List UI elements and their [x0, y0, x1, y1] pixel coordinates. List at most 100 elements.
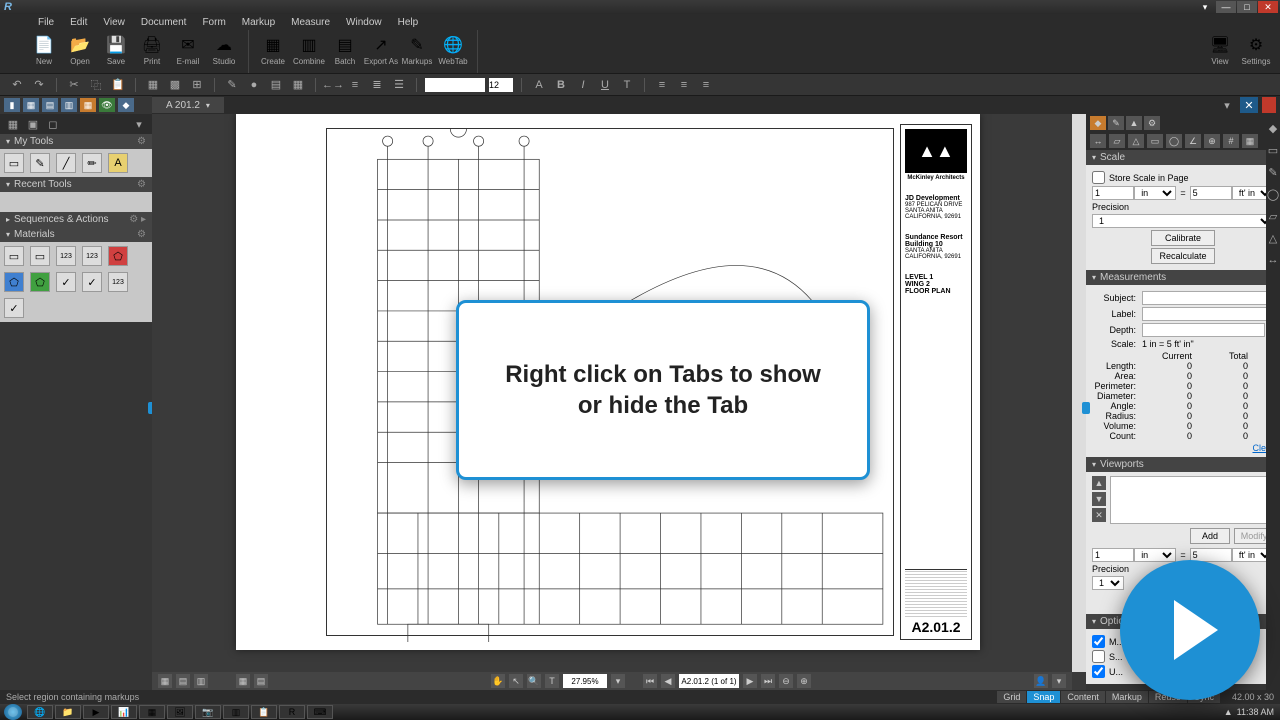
toolbar-e-mail-button[interactable]: ✉E-mail: [170, 30, 206, 70]
vp-precision-select[interactable]: 1: [1092, 576, 1124, 590]
rp-tab-4[interactable]: ⚙: [1144, 116, 1160, 130]
viewports-section-header[interactable]: Viewports: [1086, 457, 1280, 472]
viewport-list[interactable]: [1110, 476, 1274, 524]
view-mode-icon[interactable]: ▥: [194, 674, 208, 688]
fill-icon[interactable]: ●: [245, 77, 263, 93]
toolbar-export as-button[interactable]: ↗Export As: [363, 30, 399, 70]
measure-tool-icon[interactable]: ▭: [1147, 134, 1163, 148]
toolbar-create-button[interactable]: ▦Create: [255, 30, 291, 70]
gear-icon[interactable]: ⚙: [137, 179, 146, 190]
panel-btn-4[interactable]: ▥: [61, 98, 77, 112]
panel-tool-2[interactable]: ▣: [24, 116, 42, 132]
right-splitter[interactable]: [1082, 402, 1090, 414]
zoom-dropdown-icon[interactable]: ▾: [611, 674, 625, 688]
font-family-input[interactable]: [425, 78, 485, 92]
toolbar-markups-button[interactable]: ✎Markups: [399, 30, 435, 70]
zoom-tool-icon[interactable]: 🔍: [527, 674, 541, 688]
layout-icon[interactable]: ▤: [254, 674, 268, 688]
viewport-up-icon[interactable]: ▲: [1092, 476, 1106, 490]
grid-icon[interactable]: ▦: [289, 77, 307, 93]
list-icon[interactable]: ≡: [346, 77, 364, 93]
layout-icon[interactable]: ▦: [236, 674, 250, 688]
tool-b[interactable]: ▩: [166, 77, 184, 93]
status-toggle-content[interactable]: Content: [1061, 691, 1105, 703]
panel-sequences[interactable]: Sequences & Actions ⚙ ▸: [0, 212, 152, 227]
strip-icon[interactable]: ▭: [1264, 142, 1280, 158]
menu-file[interactable]: File: [30, 17, 62, 28]
view-mode-icon[interactable]: ▤: [176, 674, 190, 688]
precision-select[interactable]: 1: [1092, 214, 1274, 228]
align-right-icon[interactable]: ≡: [697, 77, 715, 93]
align-left-icon[interactable]: ≡: [653, 77, 671, 93]
tool-item[interactable]: ▭: [4, 246, 24, 266]
measure-tool-icon[interactable]: ⊕: [1204, 134, 1220, 148]
tool-item[interactable]: ⬠: [4, 272, 24, 292]
rp-tab-1[interactable]: ◆: [1090, 116, 1106, 130]
panel-btn-1[interactable]: ▮: [4, 98, 20, 112]
viewport-delete-icon[interactable]: ✕: [1092, 508, 1106, 522]
page-input[interactable]: [679, 674, 739, 688]
rp-tab-3[interactable]: ▲: [1126, 116, 1142, 130]
option-check[interactable]: [1092, 665, 1105, 678]
menu-measure[interactable]: Measure: [283, 17, 338, 28]
menu-edit[interactable]: Edit: [62, 17, 95, 28]
hand-tool-icon[interactable]: ✋: [491, 674, 505, 688]
bold-button[interactable]: B: [552, 77, 570, 93]
toolbar-print-button[interactable]: 🖨Print: [134, 30, 170, 70]
next-view-icon[interactable]: ⊕: [797, 674, 811, 688]
play-button[interactable]: [1120, 560, 1260, 700]
tool-item[interactable]: 123: [82, 246, 102, 266]
last-page-icon[interactable]: ⏭: [761, 674, 775, 688]
tool-item[interactable]: ▭: [4, 153, 24, 173]
hatch-icon[interactable]: ▤: [267, 77, 285, 93]
underline-button[interactable]: U: [596, 77, 614, 93]
user-icon[interactable]: 👤: [1034, 674, 1048, 688]
taskbar-item[interactable]: ▶: [83, 705, 109, 719]
tray-icon[interactable]: ▲: [1224, 707, 1233, 717]
toolbar-open-button[interactable]: 📂Open: [62, 30, 98, 70]
tool-a[interactable]: ▦: [144, 77, 162, 93]
tool-item[interactable]: ▭: [30, 246, 50, 266]
toolbar-save-button[interactable]: 💾Save: [98, 30, 134, 70]
measure-tool-icon[interactable]: ▦: [1242, 134, 1258, 148]
zoom-input[interactable]: [563, 674, 607, 688]
menu-form[interactable]: Form: [194, 17, 233, 28]
gear-icon[interactable]: ⚙: [137, 136, 146, 147]
align-center-icon[interactable]: ≡: [675, 77, 693, 93]
tab-close-icon[interactable]: ✕: [1240, 97, 1258, 113]
strip-icon[interactable]: ◆: [1264, 120, 1280, 136]
tool-item[interactable]: ✏: [82, 153, 102, 173]
dropdown-icon[interactable]: ▾: [1052, 674, 1066, 688]
depth-input[interactable]: [1142, 323, 1265, 337]
measure-tool-icon[interactable]: ◯: [1166, 134, 1182, 148]
tool-c[interactable]: ⊞: [188, 77, 206, 93]
taskbar-item[interactable]: 📁: [55, 705, 81, 719]
measure-tool-icon[interactable]: ▱: [1109, 134, 1125, 148]
tool-item[interactable]: ✓: [82, 272, 102, 292]
add-button[interactable]: Add: [1190, 528, 1230, 544]
status-toggle-markup[interactable]: Markup: [1106, 691, 1148, 703]
calibrate-button[interactable]: Calibrate: [1151, 230, 1215, 246]
panel-btn-3[interactable]: ▤: [42, 98, 58, 112]
taskbar-item[interactable]: ⌨: [307, 705, 333, 719]
minimize-button[interactable]: —: [1216, 1, 1236, 13]
next-page-icon[interactable]: ▶: [743, 674, 757, 688]
tool-item[interactable]: ✓: [56, 272, 76, 292]
tool-item[interactable]: ✓: [4, 298, 24, 318]
prev-page-icon[interactable]: ◀: [661, 674, 675, 688]
toolbar-batch-button[interactable]: ▤Batch: [327, 30, 363, 70]
toolbar-new-button[interactable]: 📄New: [26, 30, 62, 70]
select-tool-icon[interactable]: ↖: [509, 674, 523, 688]
measure-tool-icon[interactable]: △: [1128, 134, 1144, 148]
toolbar-studio-button[interactable]: ☁Studio: [206, 30, 242, 70]
scale-to-input[interactable]: [1190, 186, 1232, 200]
tool-item[interactable]: 123: [108, 272, 128, 292]
measure-tool-icon[interactable]: ∠: [1185, 134, 1201, 148]
panel-my-tools[interactable]: My Tools ⚙: [0, 134, 152, 149]
font-size-input[interactable]: [489, 78, 513, 92]
label-input[interactable]: [1142, 307, 1274, 321]
scale-section-header[interactable]: Scale: [1086, 150, 1280, 165]
list3-icon[interactable]: ☰: [390, 77, 408, 93]
menu-markup[interactable]: Markup: [234, 17, 283, 28]
tab-dropdown-icon[interactable]: ▾: [206, 101, 210, 110]
